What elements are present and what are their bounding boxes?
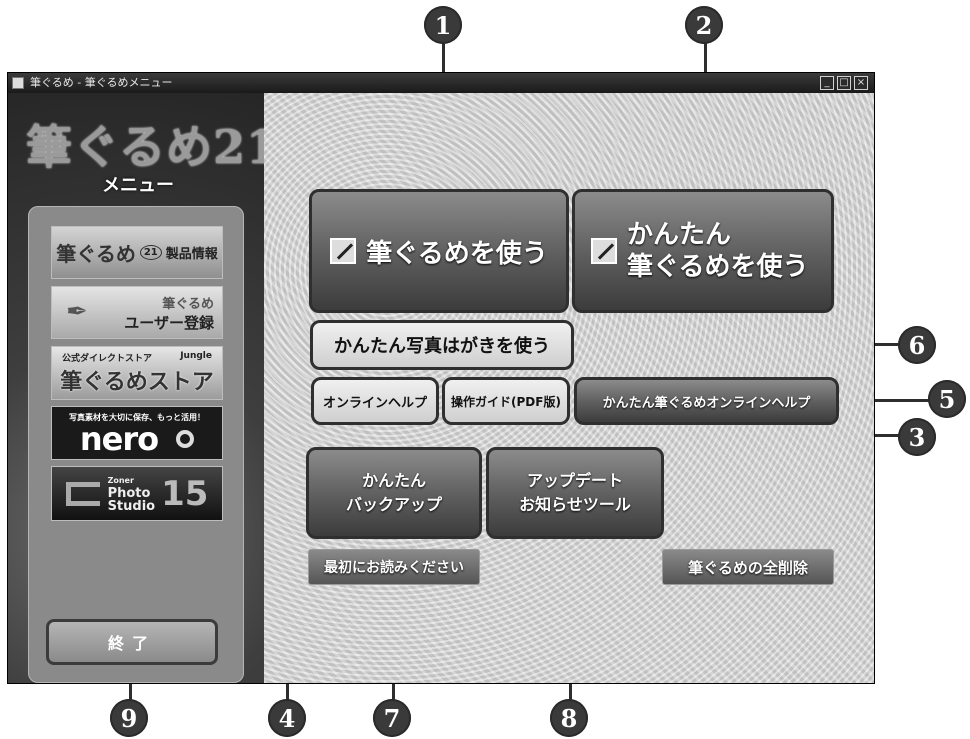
easy-fudegurume-button[interactable]: かんたん 筆ぐるめを使う <box>572 189 834 313</box>
maximize-button[interactable]: □ <box>837 76 851 90</box>
right-pane: 筆ぐるめを使う かんたん 筆ぐるめを使う かんたん写真はがきを使う オンラインヘ… <box>264 93 874 683</box>
easy-line1: かんたん <box>627 220 732 250</box>
zoner-line3: Studio <box>107 499 156 514</box>
store-top: 公式ダイレクトストア <box>62 353 153 364</box>
update-line1: アップデート <box>526 471 623 490</box>
user-register-banner[interactable]: ✒ 筆ぐるめ ユーザー登録 <box>51 286 223 339</box>
callout-marker-1: 1 <box>424 6 462 44</box>
readme-button[interactable]: 最初にお読みください <box>308 549 480 585</box>
callout-marker-9: 9 <box>110 699 148 737</box>
use-fudegurume-label: 筆ぐるめを使う <box>366 238 548 269</box>
app-logo: 筆ぐるめ21 <box>26 120 280 174</box>
store-banner[interactable]: 公式ダイレクトストア Jungle 筆ぐるめストア <box>51 346 223 400</box>
pen-note-icon <box>330 238 357 264</box>
nero-logo: nero <box>79 419 159 458</box>
easy-line2: 筆ぐるめを使う <box>627 252 809 282</box>
update-notice-button[interactable]: アップデート お知らせツール <box>486 447 664 539</box>
minimize-button[interactable]: _ <box>820 76 834 90</box>
title-bar: 筆ぐるめ - 筆ぐるめメニュー _ □ × <box>8 73 874 93</box>
left-pane: 筆ぐるめ21 メニュー 筆ぐるめ 21 製品情報 ✒ 筆ぐるめ ユーザー登録 公… <box>8 93 280 683</box>
online-help-button[interactable]: オンラインヘルプ <box>311 377 439 425</box>
backup-button[interactable]: かんたん バックアップ <box>306 447 482 539</box>
callout-marker-8: 8 <box>550 699 588 737</box>
product-info-num: 21 <box>139 245 162 260</box>
update-line2: お知らせツール <box>519 495 631 514</box>
callout-marker-3: 3 <box>898 418 936 456</box>
app-icon <box>12 77 24 89</box>
callout-marker-7: 7 <box>373 699 411 737</box>
use-fudegurume-button[interactable]: 筆ぐるめを使う <box>309 189 569 313</box>
pen-icon: ✒ <box>66 297 88 327</box>
store-main: 筆ぐるめストア <box>60 369 214 395</box>
product-info-banner[interactable]: 筆ぐるめ 21 製品情報 <box>51 226 223 279</box>
app-window: 筆ぐるめ - 筆ぐるめメニュー _ □ × 筆ぐるめ21 メニュー 筆ぐるめ 2… <box>7 72 875 684</box>
photo-postcard-button[interactable]: かんたん写真はがきを使う <box>310 320 574 370</box>
product-info-label: 製品情報 <box>165 247 218 262</box>
callout-marker-4: 4 <box>268 699 306 737</box>
callout-marker-5: 5 <box>928 380 966 418</box>
store-tag: Jungle <box>180 350 212 361</box>
uninstall-button[interactable]: 筆ぐるめの全削除 <box>662 549 834 585</box>
backup-line2: バックアップ <box>345 495 442 514</box>
banner-panel: 筆ぐるめ 21 製品情報 ✒ 筆ぐるめ ユーザー登録 公式ダイレクトストア Ju… <box>28 206 244 683</box>
callout-marker-6: 6 <box>898 326 936 364</box>
zoner-banner[interactable]: Zoner Photo Studio 15 <box>51 466 223 521</box>
callout-marker-2: 2 <box>685 6 723 44</box>
zoner-num: 15 <box>161 473 209 514</box>
pdf-guide-button[interactable]: 操作ガイド(PDF版) <box>442 377 570 425</box>
easy-pen-icon <box>591 238 617 264</box>
easy-online-help-button[interactable]: かんたん筆ぐるめオンラインヘルプ <box>574 377 839 425</box>
exit-button[interactable]: 終了 <box>46 619 218 665</box>
menu-label: メニュー <box>102 175 174 196</box>
close-button[interactable]: × <box>854 76 868 90</box>
product-info-title: 筆ぐるめ <box>56 242 136 266</box>
zoner-frame-icon <box>65 481 100 506</box>
user-register-line2: ユーザー登録 <box>124 313 214 332</box>
user-register-line1: 筆ぐるめ <box>162 296 214 312</box>
window-title: 筆ぐるめ - 筆ぐるめメニュー <box>30 76 173 89</box>
disc-icon <box>176 429 195 448</box>
nero-banner[interactable]: 写真素材を大切に保存、もっと活用！ nero <box>51 406 223 460</box>
backup-line1: かんたん <box>361 471 426 490</box>
